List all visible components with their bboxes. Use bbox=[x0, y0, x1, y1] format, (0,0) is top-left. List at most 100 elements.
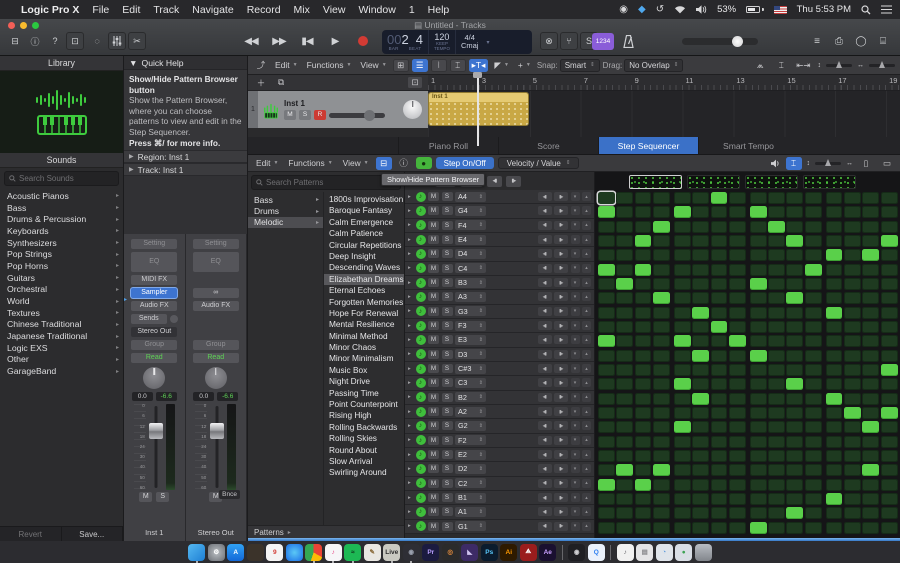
step-cell[interactable] bbox=[844, 478, 861, 491]
edit-mode-selector[interactable]: Velocity / Value ⇕ bbox=[497, 157, 580, 169]
tab-step-sequencer[interactable]: Step Sequencer bbox=[598, 137, 698, 154]
patterns-footer[interactable]: Patterns ▸ bbox=[248, 525, 404, 538]
volume-value[interactable]: -6.6 bbox=[217, 392, 239, 402]
automation-mode-button[interactable]: Read bbox=[192, 353, 239, 364]
row-solo-button[interactable]: S bbox=[441, 435, 453, 445]
step-cell[interactable] bbox=[768, 464, 785, 477]
step-cell[interactable] bbox=[749, 192, 767, 205]
row-decrement-button[interactable]: ▾ bbox=[570, 493, 580, 503]
row-rotate-left-button[interactable]: ◂▮ bbox=[537, 306, 552, 316]
dock-folder-green-icon[interactable]: ● bbox=[675, 543, 693, 561]
dock-photoshop-icon[interactable]: Ps bbox=[480, 543, 498, 561]
dock-trash-icon[interactable] bbox=[694, 543, 712, 561]
step-cell[interactable] bbox=[844, 220, 861, 233]
row-mute-button[interactable]: M bbox=[428, 407, 439, 417]
replace-mode-icon[interactable]: ⊗ bbox=[540, 32, 558, 50]
step-cell[interactable] bbox=[616, 349, 633, 362]
step-cell[interactable] bbox=[804, 321, 822, 334]
step-cell[interactable] bbox=[597, 349, 615, 362]
dock-calendar-icon[interactable]: 9 bbox=[266, 543, 284, 561]
step-cell[interactable] bbox=[710, 507, 728, 520]
row-increment-button[interactable]: ▴ bbox=[582, 335, 591, 345]
pattern-category[interactable]: Drums ▸ bbox=[248, 205, 323, 216]
row-solo-button[interactable]: S bbox=[441, 478, 453, 488]
step-cell[interactable] bbox=[728, 335, 746, 348]
step-cell[interactable] bbox=[634, 206, 652, 219]
step-cell[interactable] bbox=[652, 292, 670, 305]
step-cell[interactable] bbox=[862, 335, 880, 348]
step-cell[interactable] bbox=[634, 306, 652, 319]
step-cell[interactable] bbox=[880, 464, 898, 477]
row-decrement-button[interactable]: ▾ bbox=[570, 392, 580, 402]
menu-item[interactable]: Help bbox=[428, 4, 450, 16]
cell-display-icon[interactable]: ▯ bbox=[858, 157, 874, 170]
row-note-selector[interactable]: B2 ⇕ bbox=[455, 392, 486, 403]
step-cell[interactable] bbox=[862, 392, 880, 405]
track-view-icon[interactable]: ☰ bbox=[411, 58, 428, 72]
pattern-item[interactable]: Mental Resilience bbox=[324, 319, 404, 330]
step-cell[interactable] bbox=[673, 364, 691, 377]
menu-item[interactable]: Track bbox=[153, 4, 179, 16]
step-cell[interactable] bbox=[673, 492, 691, 505]
step-cell[interactable] bbox=[692, 335, 709, 348]
step-cell[interactable] bbox=[597, 521, 615, 534]
step-cell[interactable] bbox=[862, 450, 880, 462]
step-cell[interactable] bbox=[880, 392, 898, 405]
step-cell[interactable] bbox=[749, 435, 767, 448]
pattern-item[interactable]: Point Counterpoint bbox=[324, 399, 404, 410]
step-cell[interactable] bbox=[786, 478, 804, 491]
step-cell[interactable] bbox=[844, 421, 861, 434]
step-cell[interactable] bbox=[880, 249, 898, 262]
row-rotate-right-button[interactable]: ▮▸ bbox=[554, 392, 568, 402]
step-cell[interactable] bbox=[804, 364, 822, 377]
row-mute-button[interactable]: M bbox=[428, 478, 439, 488]
step-cell[interactable] bbox=[634, 507, 652, 520]
step-cell[interactable] bbox=[616, 206, 633, 219]
step-cell[interactable] bbox=[728, 507, 746, 520]
menu-item[interactable]: 1 bbox=[409, 4, 415, 16]
step-cell[interactable] bbox=[692, 421, 709, 434]
step-cell[interactable] bbox=[880, 306, 898, 319]
pattern-category[interactable]: Melodic ▸ bbox=[248, 216, 323, 229]
step-cell[interactable] bbox=[825, 292, 843, 305]
row-note-selector[interactable]: G2 ⇕ bbox=[455, 420, 486, 431]
pattern-item[interactable]: Slow Arrival bbox=[324, 456, 404, 467]
row-increment-button[interactable]: ▴ bbox=[582, 220, 591, 230]
step-cell[interactable] bbox=[880, 335, 898, 348]
dock-itunes-icon[interactable]: ♪ bbox=[324, 543, 342, 561]
row-rotate-left-button[interactable]: ◂▮ bbox=[537, 464, 552, 474]
row-rotate-right-button[interactable]: ▮▸ bbox=[554, 292, 568, 302]
step-cell[interactable] bbox=[749, 235, 767, 248]
step-cell[interactable] bbox=[634, 392, 652, 405]
step-cell[interactable] bbox=[786, 335, 804, 348]
step-cell[interactable] bbox=[825, 206, 843, 219]
row-increment-button[interactable]: ▴ bbox=[582, 507, 591, 517]
row-note-selector[interactable]: A2 ⇕ bbox=[455, 406, 486, 417]
step-cell[interactable] bbox=[768, 349, 785, 362]
pan-knob[interactable] bbox=[204, 367, 227, 390]
bounce-button[interactable]: Bnce bbox=[219, 490, 240, 499]
step-cell[interactable] bbox=[804, 392, 822, 405]
step-cell[interactable] bbox=[616, 220, 633, 233]
region-inspector-header[interactable]: ▶ Region: Inst 1 bbox=[124, 150, 247, 164]
row-decrement-button[interactable]: ▾ bbox=[570, 478, 580, 488]
row-note-selector[interactable]: G3 ⇕ bbox=[455, 306, 486, 317]
row-active-indicator[interactable]: ♪ bbox=[415, 506, 426, 517]
pan-value[interactable]: 0.0 bbox=[131, 392, 153, 402]
step-cell[interactable] bbox=[804, 435, 822, 448]
row-rotate-left-button[interactable]: ◂▮ bbox=[537, 450, 552, 460]
menu-app-name[interactable]: Logic Pro X bbox=[21, 4, 79, 16]
row-note-selector[interactable]: D4 ⇕ bbox=[455, 248, 486, 259]
setting-button[interactable]: Setting bbox=[192, 239, 239, 250]
dock-textedit-icon[interactable]: ✎ bbox=[363, 543, 381, 561]
step-cell[interactable] bbox=[634, 464, 652, 477]
library-category[interactable]: Other ▸ bbox=[0, 354, 123, 366]
pattern-preview-thumbnail[interactable] bbox=[745, 174, 798, 189]
count-in-button[interactable]: 1234 bbox=[592, 33, 614, 50]
step-cell[interactable] bbox=[749, 392, 767, 405]
back-arrow-icon[interactable]: ⤴ bbox=[253, 59, 269, 72]
step-cell[interactable] bbox=[880, 378, 898, 391]
step-cell[interactable] bbox=[710, 249, 728, 262]
step-cell[interactable] bbox=[880, 521, 898, 534]
step-cell[interactable] bbox=[786, 349, 804, 362]
